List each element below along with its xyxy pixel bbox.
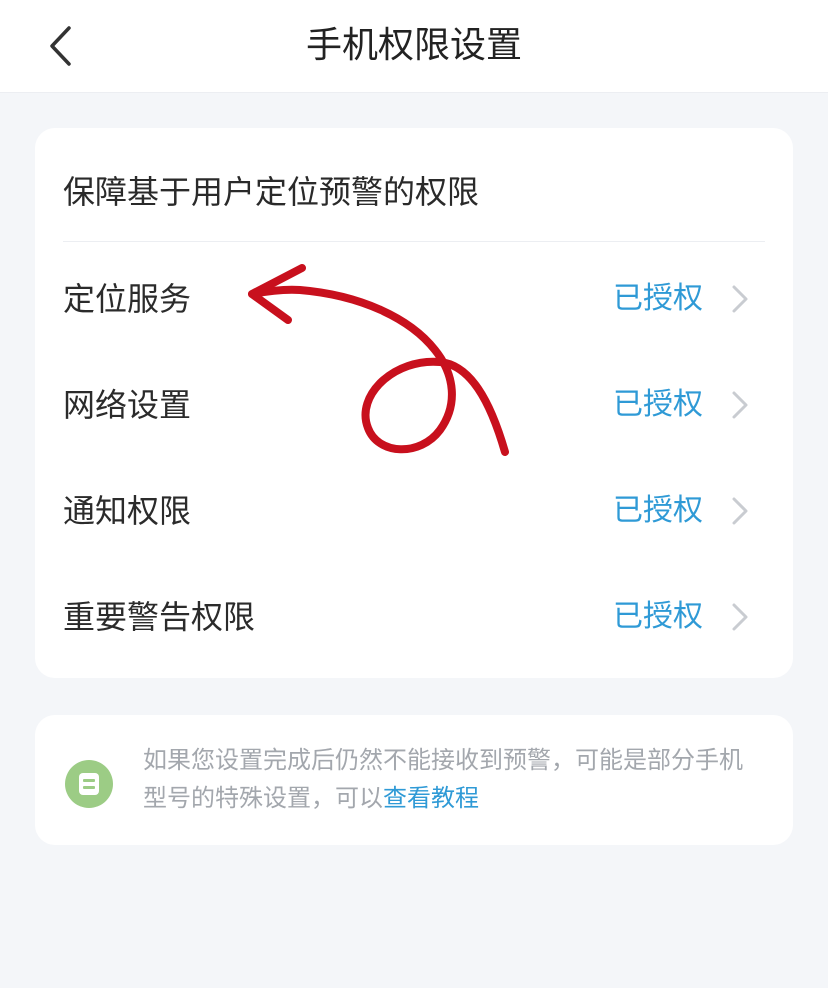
permission-row-critical-alert[interactable]: 重要警告权限 已授权 bbox=[35, 582, 793, 652]
tip-text: 如果您设置完成后仍然不能接收到预警，可能是部分手机型号的特殊设置，可以查看教程 bbox=[143, 741, 763, 817]
permission-status: 已授权 bbox=[613, 387, 703, 422]
permission-label: 重要警告权限 bbox=[63, 598, 256, 636]
permissions-card-title: 保障基于用户定位预警的权限 bbox=[63, 173, 480, 211]
chevron-right-icon bbox=[732, 497, 748, 525]
permission-label: 定位服务 bbox=[63, 280, 192, 318]
permission-row-network[interactable]: 网络设置 已授权 bbox=[35, 370, 793, 440]
permission-row-location[interactable]: 定位服务 已授权 bbox=[35, 264, 793, 334]
info-icon bbox=[65, 760, 113, 808]
permission-status: 已授权 bbox=[613, 281, 703, 316]
permission-label: 网络设置 bbox=[63, 386, 192, 424]
permissions-card: 保障基于用户定位预警的权限 定位服务 已授权 网络设置 已授权 通知权限 已授权… bbox=[35, 128, 793, 678]
divider bbox=[63, 241, 765, 242]
tip-card: 如果您设置完成后仍然不能接收到预警，可能是部分手机型号的特殊设置，可以查看教程 bbox=[35, 715, 793, 845]
permission-status: 已授权 bbox=[613, 493, 703, 528]
page-title: 手机权限设置 bbox=[305, 25, 522, 66]
chevron-right-icon bbox=[732, 285, 748, 313]
top-bar: 手机权限设置 bbox=[0, 0, 828, 93]
chevron-right-icon bbox=[732, 391, 748, 419]
permission-row-notification[interactable]: 通知权限 已授权 bbox=[35, 476, 793, 546]
permission-status: 已授权 bbox=[613, 599, 703, 634]
permission-label: 通知权限 bbox=[63, 492, 192, 530]
chevron-right-icon bbox=[732, 603, 748, 631]
view-tutorial-link[interactable]: 查看教程 bbox=[383, 784, 479, 812]
